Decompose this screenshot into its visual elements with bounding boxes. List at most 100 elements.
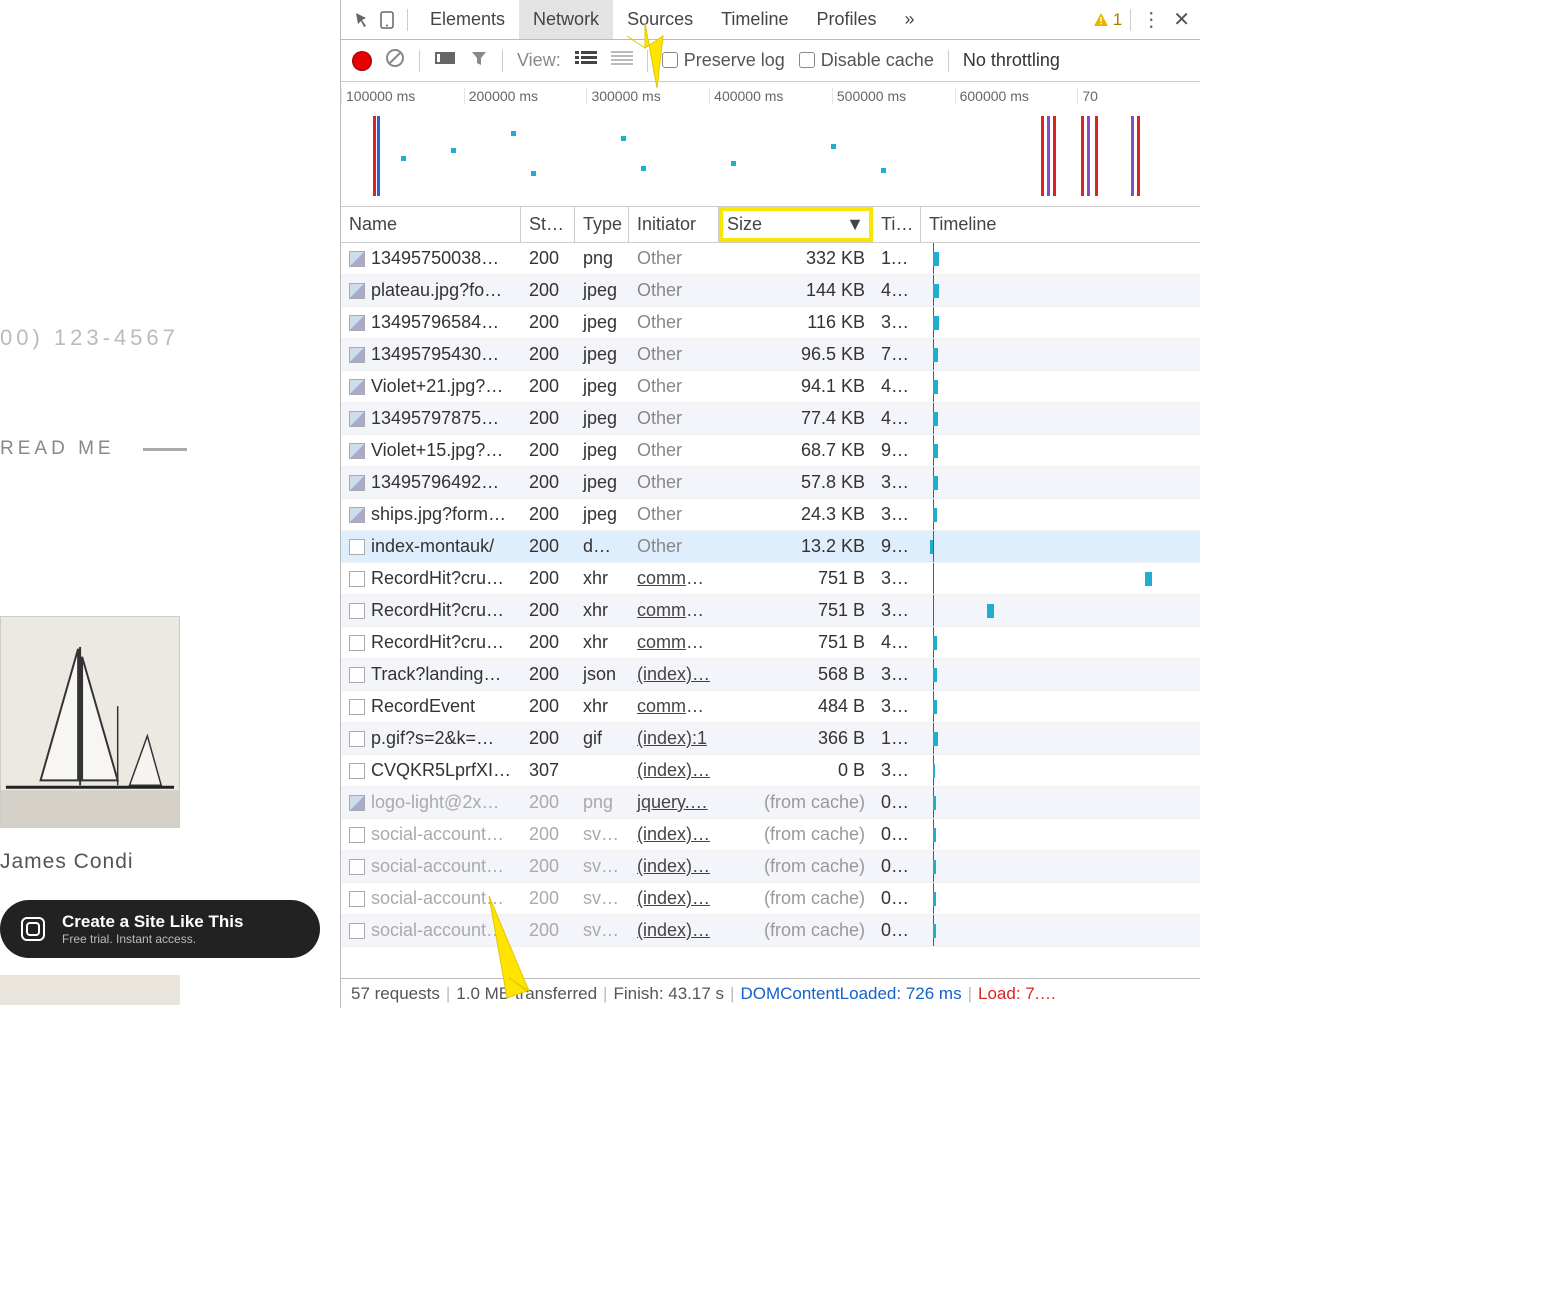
grid-body[interactable]: 13495750038…200pngOther332 KB11…plateau.…: [341, 243, 1200, 978]
cell-timeline: [921, 851, 1200, 882]
tab-elements[interactable]: Elements: [416, 0, 519, 39]
request-row[interactable]: logo-light@2x…200pngjquery.…(from cache)…: [341, 787, 1200, 819]
request-row[interactable]: CVQKR5LprfXI…307(index)…0 B3 ms: [341, 755, 1200, 787]
request-row[interactable]: RecordHit?cru…200xhrcommo…751 B46…: [341, 627, 1200, 659]
col-time[interactable]: Ti…: [873, 207, 921, 242]
request-row[interactable]: plateau.jpg?fo…200jpegOther144 KB43…: [341, 275, 1200, 307]
cell-size: 0 B: [719, 760, 873, 781]
request-row[interactable]: social-account…200sv…(index)…(from cache…: [341, 819, 1200, 851]
request-row[interactable]: ships.jpg?form…200jpegOther24.3 KB37…: [341, 499, 1200, 531]
request-row[interactable]: Violet+15.jpg?…200jpegOther68.7 KB98…: [341, 435, 1200, 467]
request-row[interactable]: RecordHit?cru…200xhrcommo…751 B34…: [341, 595, 1200, 627]
request-row[interactable]: p.gif?s=2&k=…200gif(index):1366 B16…: [341, 723, 1200, 755]
cta-create-site[interactable]: Create a Site Like This Free trial. Inst…: [0, 900, 320, 958]
cell-type: sv…: [575, 856, 629, 877]
close-icon[interactable]: ✕: [1173, 7, 1190, 32]
col-name[interactable]: Name: [341, 207, 521, 242]
filmstrip-icon[interactable]: [434, 50, 456, 71]
cell-initiator[interactable]: (index)…: [629, 856, 719, 877]
cell-initiator[interactable]: (index)…: [629, 888, 719, 909]
col-type[interactable]: Type: [575, 207, 629, 242]
phone-number: 00) 123-4567: [0, 325, 179, 351]
cell-size: 13.2 KB: [719, 536, 873, 557]
cell-initiator[interactable]: commo…: [629, 632, 719, 653]
tick: 400000 ms: [709, 88, 832, 104]
separator: [502, 50, 503, 72]
cell-timeline: [921, 339, 1200, 370]
request-row[interactable]: 13495795430…200jpegOther96.5 KB72…: [341, 339, 1200, 371]
preserve-log-checkbox[interactable]: Preserve log: [662, 50, 785, 71]
request-row[interactable]: social-account…200sv…(index)…(from cache…: [341, 915, 1200, 947]
cell-name: Track?landing…: [341, 664, 521, 685]
request-row[interactable]: 13495796492…200jpegOther57.8 KB37…: [341, 467, 1200, 499]
cell-name: plateau.jpg?fo…: [341, 280, 521, 301]
file-icon: [349, 603, 365, 619]
cell-time: 36…: [873, 312, 921, 333]
cell-type: gif: [575, 728, 629, 749]
cell-time: 0 ms: [873, 888, 921, 909]
request-row[interactable]: social-account…200sv…(index)…(from cache…: [341, 851, 1200, 883]
network-overview[interactable]: 100000 ms 200000 ms 300000 ms 400000 ms …: [341, 82, 1200, 207]
col-size[interactable]: Size▼: [719, 207, 873, 242]
inspect-icon[interactable]: [351, 8, 375, 32]
disable-cache-checkbox[interactable]: Disable cache: [799, 50, 934, 71]
kebab-icon[interactable]: ⋮: [1139, 8, 1163, 32]
separator: [419, 50, 420, 72]
request-row[interactable]: 13495750038…200pngOther332 KB11…: [341, 243, 1200, 275]
preserve-log-label: Preserve log: [684, 50, 785, 70]
cell-time: 98…: [873, 440, 921, 461]
request-row[interactable]: index-montauk/200do…Other13.2 KB91…: [341, 531, 1200, 563]
cell-name: logo-light@2x…: [341, 792, 521, 813]
cell-initiator[interactable]: commo…: [629, 568, 719, 589]
request-row[interactable]: RecordEvent200xhrcommo…484 B34…: [341, 691, 1200, 723]
cell-initiator: Other: [629, 440, 719, 461]
request-row[interactable]: 13495797875…200jpegOther77.4 KB46…: [341, 403, 1200, 435]
warning-icon: [1093, 12, 1109, 28]
request-row[interactable]: 13495796584…200jpegOther116 KB36…: [341, 307, 1200, 339]
record-button[interactable]: [353, 52, 371, 70]
cell-timeline: [921, 627, 1200, 658]
warning-badge[interactable]: 1: [1093, 10, 1122, 30]
filter-icon[interactable]: [470, 49, 488, 72]
file-icon: [349, 859, 365, 875]
cell-initiator[interactable]: (index)…: [629, 824, 719, 845]
cell-status: 200: [521, 248, 575, 269]
cell-status: 200: [521, 664, 575, 685]
cell-initiator[interactable]: commo…: [629, 600, 719, 621]
cell-initiator[interactable]: (index):1: [629, 728, 719, 749]
view-detail-icon[interactable]: [611, 50, 633, 71]
tab-sources[interactable]: Sources: [613, 0, 707, 39]
cell-size: (from cache): [719, 920, 873, 941]
cell-initiator[interactable]: (index)…: [629, 760, 719, 781]
cell-initiator[interactable]: (index)…: [629, 664, 719, 685]
device-icon[interactable]: [375, 8, 399, 32]
cell-name: RecordHit?cru…: [341, 632, 521, 653]
throttling-select[interactable]: No throttling: [963, 50, 1060, 71]
cell-status: 200: [521, 856, 575, 877]
tab-profiles[interactable]: Profiles: [802, 0, 890, 39]
col-initiator[interactable]: Initiator: [629, 207, 719, 242]
readme-label[interactable]: READ ME: [0, 438, 115, 460]
cell-initiator[interactable]: jquery.…: [629, 792, 719, 813]
cell-status: 200: [521, 472, 575, 493]
view-list-icon[interactable]: [575, 50, 597, 71]
thumbnail-crop: [0, 975, 180, 1005]
request-row[interactable]: social-account…200sv…(index)…(from cache…: [341, 883, 1200, 915]
clear-icon[interactable]: [385, 48, 405, 73]
tab-network[interactable]: Network: [519, 0, 613, 39]
cell-status: 200: [521, 536, 575, 557]
cell-size: 332 KB: [719, 248, 873, 269]
request-row[interactable]: RecordHit?cru…200xhrcommo…751 B30…: [341, 563, 1200, 595]
file-icon: [349, 539, 365, 555]
tab-more[interactable]: »: [891, 0, 929, 39]
request-row[interactable]: Violet+21.jpg?…200jpegOther94.1 KB40…: [341, 371, 1200, 403]
request-row[interactable]: Track?landing…200json(index)…568 B37…: [341, 659, 1200, 691]
cell-size: 68.7 KB: [719, 440, 873, 461]
cell-type: sv…: [575, 888, 629, 909]
thumbnail-ships[interactable]: [0, 616, 180, 828]
col-timeline[interactable]: Timeline: [921, 207, 1200, 242]
cell-initiator[interactable]: commo…: [629, 696, 719, 717]
cell-initiator[interactable]: (index)…: [629, 920, 719, 941]
tab-timeline[interactable]: Timeline: [707, 0, 802, 39]
col-status[interactable]: St…: [521, 207, 575, 242]
